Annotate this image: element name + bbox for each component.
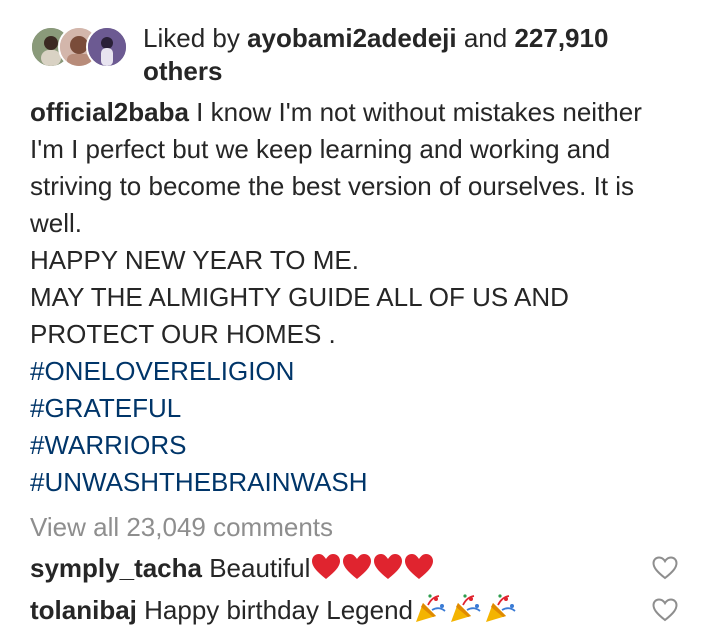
comment-row: symply_tacha Beautiful	[30, 550, 710, 590]
like-heart-outline-icon[interactable]	[652, 598, 678, 622]
hashtag-link[interactable]: #UNWASHTHEBRAINWASH	[30, 464, 705, 501]
caption-username[interactable]: official2baba	[30, 97, 189, 127]
caption-line: striving to become the best version of o…	[30, 171, 635, 201]
likes-summary: Liked by ayobami2adedeji and 227,910 othe…	[143, 22, 703, 88]
red-heart-emoji	[405, 554, 434, 579]
caption-line: PROTECT OUR HOMES .	[30, 319, 336, 349]
caption-text: I know I'm not without mistakes neither	[188, 97, 642, 127]
caption-line: MAY THE ALMIGHTY GUIDE ALL OF US AND	[30, 282, 569, 312]
likes-others[interactable]: others	[143, 56, 222, 86]
liker-username[interactable]: ayobami2adedeji	[247, 23, 457, 53]
party-popper-emoji-group	[413, 594, 518, 625]
red-heart-emoji	[312, 554, 341, 579]
caption-line: HAPPY NEW YEAR TO ME.	[30, 245, 359, 275]
view-all-comments-link[interactable]: View all 23,049 comments	[30, 510, 333, 544]
liker-avatars[interactable]	[30, 26, 130, 68]
party-popper-emoji	[416, 594, 446, 622]
hashtag-link[interactable]: #GRATEFUL	[30, 390, 705, 427]
red-heart-emoji	[343, 554, 372, 579]
post-caption: official2baba I know I'm not without mis…	[30, 94, 705, 501]
like-heart-outline-icon[interactable]	[652, 556, 678, 580]
comment-text: Beautiful	[201, 553, 311, 583]
avatar[interactable]	[86, 26, 128, 68]
caption-line: I'm I perfect but we keep learning and w…	[30, 134, 611, 164]
comment-row: tolanibaj Happy birthday Legend	[30, 592, 710, 632]
hashtag-link[interactable]: #WARRIORS	[30, 427, 705, 464]
likes-count[interactable]: 227,910	[514, 23, 608, 53]
likes-row: Liked by ayobami2adedeji and 227,910 othe…	[30, 22, 710, 92]
caption-line: well.	[30, 208, 83, 238]
hashtag-link[interactable]: #ONELOVERELIGION	[30, 353, 705, 390]
comment-username[interactable]: symply_tacha	[30, 553, 202, 583]
party-popper-emoji	[451, 594, 481, 622]
likes-prefix: Liked by	[143, 23, 248, 53]
red-heart-emoji-group	[310, 553, 434, 583]
comment-username[interactable]: tolanibaj	[30, 595, 137, 625]
comment-text: Happy birthday Legend	[136, 595, 413, 625]
likes-middle: and	[456, 23, 515, 53]
red-heart-emoji	[374, 554, 403, 579]
party-popper-emoji	[486, 594, 516, 622]
caption-line-1: official2baba I know I'm not without mis…	[30, 94, 705, 131]
